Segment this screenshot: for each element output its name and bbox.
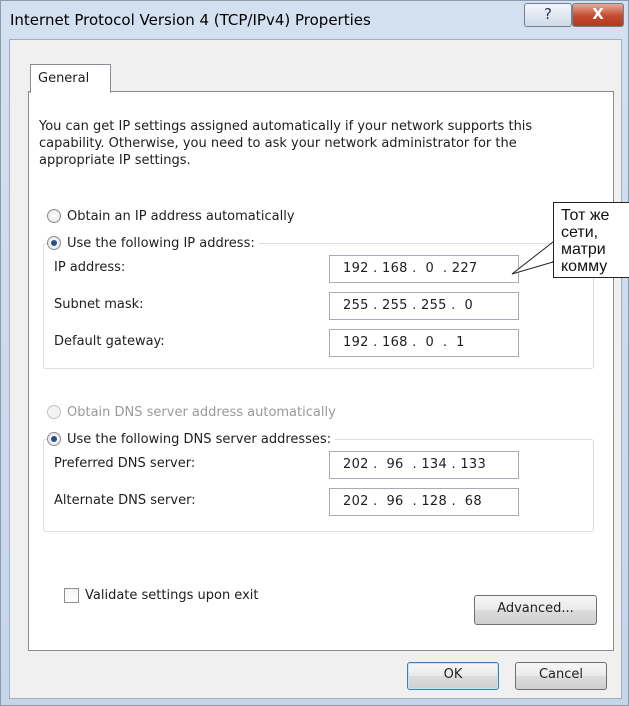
callout-line-2: сети, xyxy=(561,224,599,241)
callout-line-3: матри xyxy=(561,241,606,258)
callout-line-4: комму xyxy=(561,258,608,275)
callout-line-1: Тот же xyxy=(561,207,610,224)
callout-pointer xyxy=(511,240,554,275)
annotation-callout: Тот же сети, матри комму xyxy=(553,202,629,278)
